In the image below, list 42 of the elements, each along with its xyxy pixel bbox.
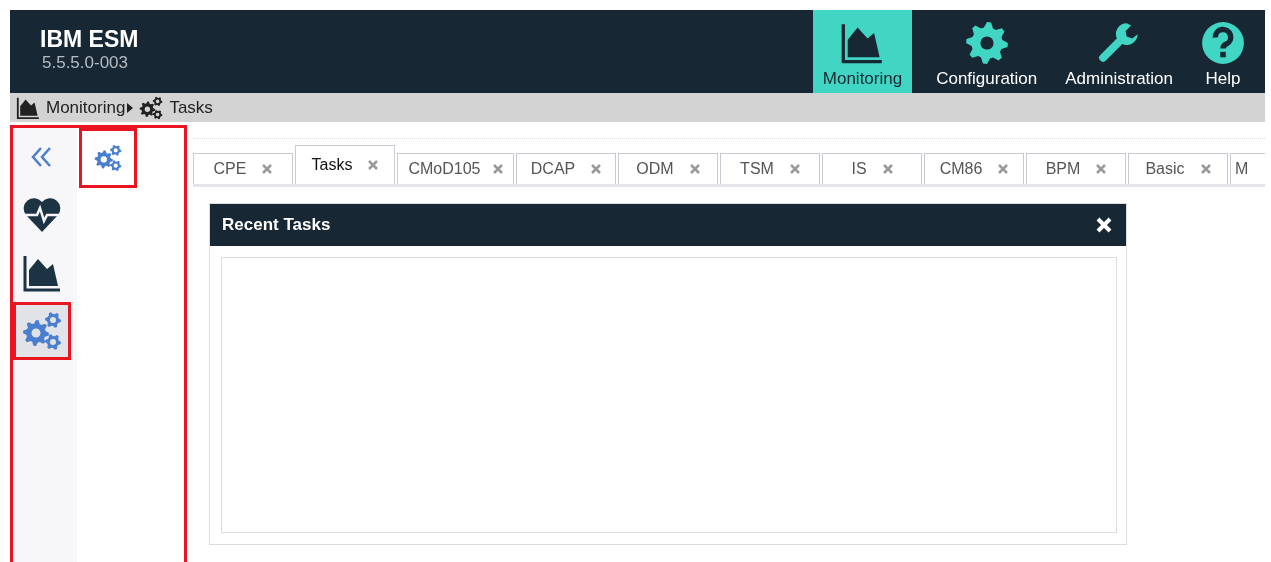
tab[interactable]: M (1230, 153, 1265, 184)
double-chevron-icon (30, 145, 54, 169)
close-icon[interactable] (368, 160, 379, 170)
nav-button[interactable]: Monitoring (812, 10, 913, 93)
gears-icon (139, 95, 164, 120)
close-icon[interactable] (998, 164, 1009, 174)
panel-title: Recent Tasks (222, 215, 331, 235)
close-button[interactable] (1096, 217, 1112, 233)
gears-icon (22, 311, 62, 351)
tab[interactable]: Tasks (295, 145, 395, 184)
nav-button[interactable]: Configuration (926, 10, 1048, 93)
tab[interactable]: CMoD105 (397, 153, 514, 184)
tab[interactable]: CM86 (924, 153, 1024, 184)
close-icon[interactable] (789, 164, 800, 174)
app-title: IBM ESM (40, 26, 139, 53)
close-icon[interactable] (262, 164, 273, 174)
tab[interactable]: ODM (618, 153, 718, 184)
area-chart-icon (840, 21, 885, 65)
help-icon (1201, 21, 1245, 65)
close-icon[interactable] (882, 164, 893, 174)
caret-icon (127, 102, 134, 113)
panel-item[interactable] (79, 128, 137, 188)
tab[interactable]: BPM (1026, 153, 1126, 184)
settings-icon (964, 21, 1009, 65)
area-chart-icon (22, 253, 62, 293)
area-chart-icon (16, 95, 40, 120)
close-icon[interactable] (492, 164, 503, 174)
gears-icon (94, 144, 122, 172)
close-icon[interactable] (1200, 164, 1211, 174)
close-icon[interactable] (689, 164, 700, 174)
tab[interactable]: TSM (720, 153, 820, 184)
tab[interactable]: DCAP (516, 153, 616, 184)
tab[interactable]: Basic (1128, 153, 1228, 184)
tab[interactable]: CPE (193, 153, 293, 184)
breadcrumb-link[interactable]: Monitoring (46, 97, 126, 118)
tab[interactable]: IS (822, 153, 922, 184)
breadcrumb-link[interactable]: Tasks (169, 97, 213, 118)
nav-button[interactable]: Administration (1055, 10, 1183, 93)
close-icon[interactable] (591, 164, 602, 174)
nav-button[interactable]: Help (1191, 10, 1255, 93)
close-icon[interactable] (1096, 164, 1107, 174)
app-version: 5.5.5.0-003 (42, 53, 128, 73)
